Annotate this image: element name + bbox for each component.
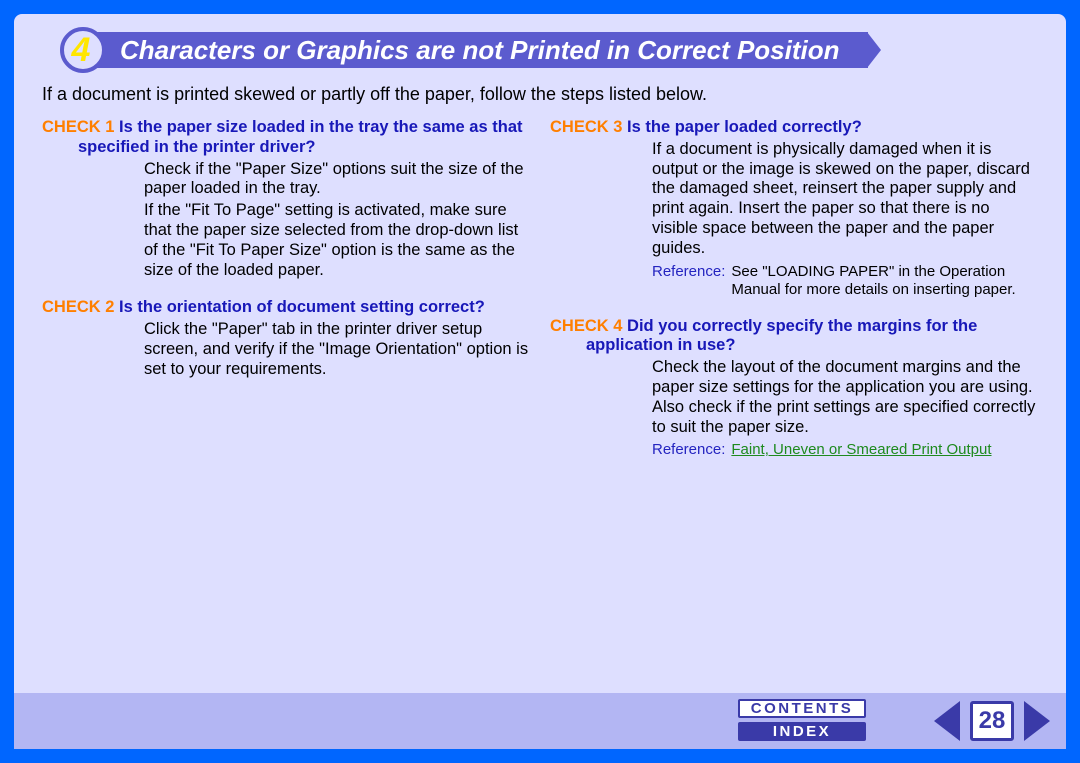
page-number-box: 28 [970,701,1014,741]
footer-buttons: CONTENTS INDEX [738,699,866,741]
section-number: 4 [72,31,91,70]
check-1-body-2: If the "Fit To Page" setting is activate… [42,201,530,280]
check-3-body-1: If a document is physically damaged when… [550,140,1038,259]
contents-button[interactable]: CONTENTS [738,699,866,718]
section-header: 4 Characters or Graphics are not Printed… [60,27,881,73]
check-1-heading: CHECK 1 Is the paper size loaded in the … [42,118,530,158]
check-3: CHECK 3 Is the paper loaded correctly? I… [550,118,1038,299]
right-column: CHECK 3 Is the paper loaded correctly? I… [550,118,1038,477]
check-2: CHECK 2 Is the orientation of document s… [42,298,530,379]
check-4-question: Did you correctly specify the margins fo… [586,317,977,355]
title-cap-decoration [867,32,881,68]
check-4: CHECK 4 Did you correctly specify the ma… [550,317,1038,460]
check-1-question: Is the paper size loaded in the tray the… [78,118,523,156]
check-4-heading: CHECK 4 Did you correctly specify the ma… [550,317,1038,357]
section-title: Characters or Graphics are not Printed i… [88,32,868,68]
index-button-label: INDEX [773,723,831,740]
check-2-question: Is the orientation of document setting c… [119,298,485,316]
left-column: CHECK 1 Is the paper size loaded in the … [42,118,530,477]
check-2-body-1: Click the "Paper" tab in the printer dri… [42,320,530,379]
check-3-label: CHECK 3 [550,118,622,136]
check-3-reference-text: See "LOADING PAPER" in the Operation Man… [731,263,1038,299]
check-3-heading: CHECK 3 Is the paper loaded correctly? [550,118,1038,138]
check-3-question: Is the paper loaded correctly? [627,118,862,136]
check-1-label: CHECK 1 [42,118,114,136]
next-page-button[interactable] [1024,701,1050,741]
check-1: CHECK 1 Is the paper size loaded in the … [42,118,530,280]
check-2-label: CHECK 2 [42,298,114,316]
check-3-reference: Reference: See "LOADING PAPER" in the Op… [550,263,1038,299]
reference-label: Reference: [652,263,731,299]
check-4-reference-link[interactable]: Faint, Uneven or Smeared Print Output [731,441,991,459]
contents-button-label: CONTENTS [751,700,854,717]
check-2-heading: CHECK 2 Is the orientation of document s… [42,298,530,318]
index-button[interactable]: INDEX [738,722,866,741]
check-4-reference: Reference: Faint, Uneven or Smeared Prin… [550,441,1038,459]
page-nav: 28 [934,693,1050,749]
content-columns: CHECK 1 Is the paper size loaded in the … [42,118,1038,477]
prev-page-button[interactable] [934,701,960,741]
check-4-body-1: Check the layout of the document margins… [550,358,1038,437]
section-number-badge: 4 [60,27,106,73]
check-1-body-1: Check if the "Paper Size" options suit t… [42,160,530,200]
footer-bar: CONTENTS INDEX 28 [14,693,1066,749]
page-number: 28 [979,707,1006,735]
page: 4 Characters or Graphics are not Printed… [14,14,1066,749]
check-4-label: CHECK 4 [550,317,622,335]
intro-text: If a document is printed skewed or partl… [42,84,1038,105]
reference-label: Reference: [652,441,731,459]
